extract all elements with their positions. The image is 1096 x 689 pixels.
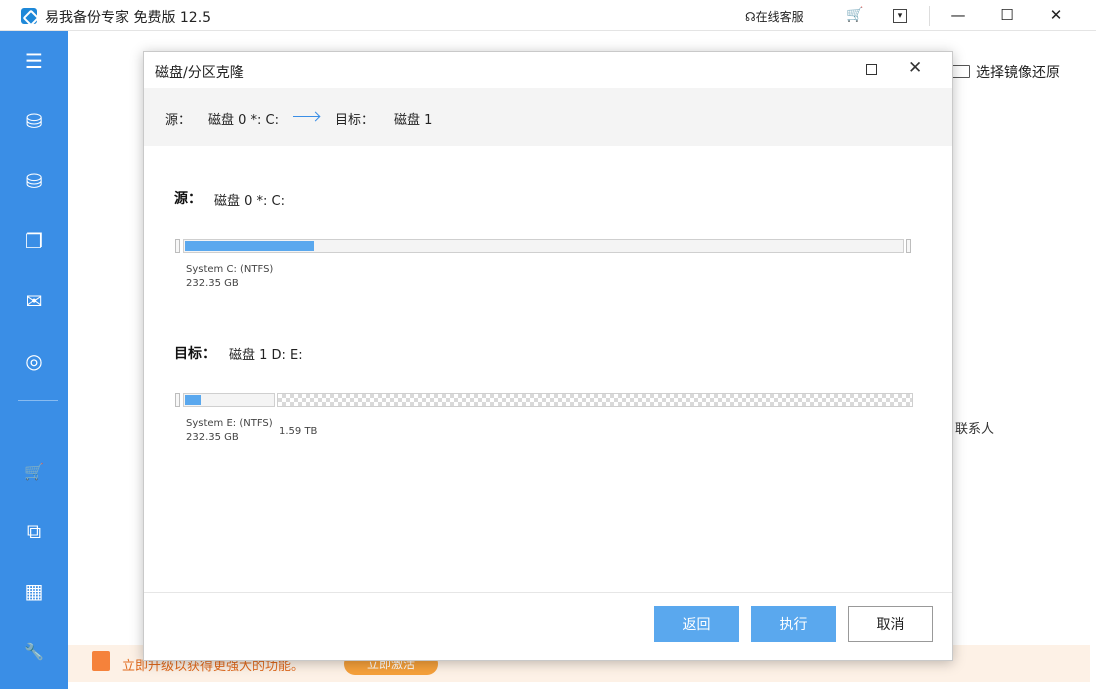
path-source-value: 磁盘 0 *: C: [208, 113, 280, 128]
maximize-button[interactable]: ☐ [984, 2, 1030, 29]
source-partition-name: System C: (NTFS) [186, 264, 274, 275]
target-partition-size: 232.35 GB [186, 432, 239, 443]
dropdown-menu-icon[interactable]: ▾ [893, 9, 907, 23]
folder-icon [952, 65, 970, 78]
cart-icon[interactable]: 🛒 [0, 451, 68, 491]
app-logo-icon [21, 8, 37, 24]
unallocated-size: 1.59 TB [279, 426, 318, 437]
source-partition-bar[interactable] [183, 239, 904, 253]
target-partition-bar[interactable] [183, 393, 275, 407]
path-target-value: 磁盘 1 [394, 113, 433, 128]
path-source-label: 源： [165, 113, 192, 128]
smart-backup-icon[interactable]: ◎ [0, 341, 68, 381]
source-label: 源： [174, 191, 202, 207]
disk-bar-right-cap [906, 239, 911, 253]
system-backup-icon[interactable]: ⛁ [0, 161, 68, 201]
disk-backup-icon[interactable]: ⛁ [0, 101, 68, 141]
contact-label: 联系人 [955, 422, 995, 437]
arrow-right-icon [293, 116, 319, 117]
restore-image-label: 选择镜像还原 [976, 65, 1060, 81]
cancel-button[interactable]: 取消 [848, 606, 933, 642]
app-title: 易我备份专家 免费版 12.5 [45, 10, 212, 26]
dialog-header: 磁盘/分区克隆 ✕ [144, 52, 952, 88]
gift-icon [92, 651, 110, 671]
back-button[interactable]: 返回 [654, 606, 739, 642]
path-target-label: 目标： [335, 113, 375, 128]
source-used-fill [185, 241, 314, 251]
clone-dialog: 磁盘/分区克隆 ✕ 源： 磁盘 0 *: C: 目标： 磁盘 1 源： 磁盘 0… [143, 51, 953, 661]
online-service-label: 在线客服 [755, 10, 804, 24]
target-partition-name: System E: (NTFS) [186, 418, 273, 429]
headset-icon: ☊ [745, 10, 756, 24]
source-disk-name: 磁盘 0 *: C: [214, 194, 286, 209]
apps-icon[interactable]: ▦ [0, 571, 68, 611]
tools-icon[interactable]: 🔧 [0, 631, 68, 671]
sidebar: ☰ ⛁ ⛁ ❐ ✉ ◎ 🛒 ⧉ ▦ 🔧 [0, 31, 68, 689]
title-bar: 易我备份专家 免费版 12.5 ☊在线客服 🛒 ▾ — ☐ ✕ [0, 0, 1096, 31]
online-service-button[interactable]: ☊在线客服 [745, 8, 804, 25]
title-separator [929, 6, 930, 26]
restore-image-button[interactable]: 选择镜像还原 [952, 62, 1060, 82]
minimize-button[interactable]: — [935, 2, 981, 29]
execute-button[interactable]: 执行 [751, 606, 836, 642]
mail-backup-icon[interactable]: ✉ [0, 281, 68, 321]
sidebar-divider [18, 400, 58, 401]
target-label: 目标： [174, 346, 216, 362]
disk-bar-left-cap [175, 239, 180, 253]
clone-path-bar: 源： 磁盘 0 *: C: 目标： 磁盘 1 [144, 88, 952, 146]
disk-bar-left-cap [175, 393, 180, 407]
cart-icon[interactable]: 🛒 [846, 7, 863, 23]
source-partition-size: 232.35 GB [186, 278, 239, 289]
target-disk-name: 磁盘 1 D: E: [229, 348, 303, 363]
file-backup-icon[interactable]: ❐ [0, 221, 68, 261]
menu-icon[interactable]: ☰ [0, 41, 68, 81]
unallocated-space-bar[interactable] [277, 393, 913, 407]
clone-icon[interactable]: ⧉ [0, 511, 68, 551]
dialog-title: 磁盘/分区克隆 [155, 65, 244, 81]
target-used-fill [185, 395, 201, 405]
dialog-maximize-button[interactable] [866, 64, 877, 75]
close-button[interactable]: ✕ [1033, 2, 1079, 29]
dialog-close-button[interactable]: ✕ [908, 58, 922, 78]
dialog-footer-divider [144, 592, 952, 593]
